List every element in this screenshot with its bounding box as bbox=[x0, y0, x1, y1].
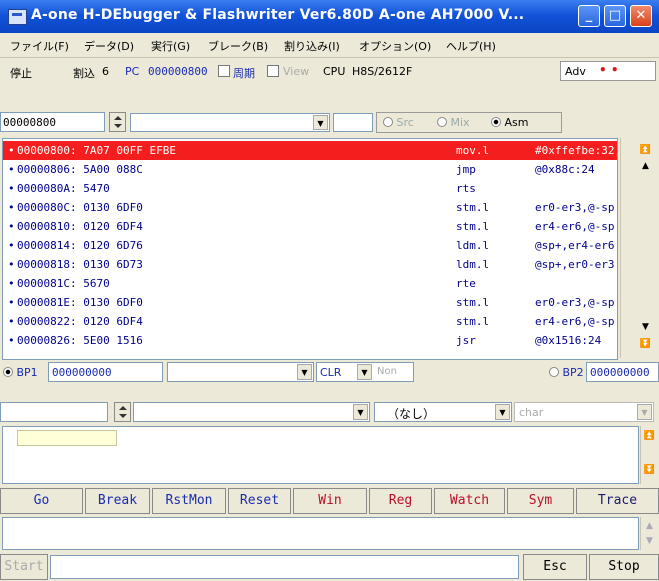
page-down-icon[interactable]: ⏬ bbox=[639, 338, 652, 350]
address-input[interactable]: 00000800 bbox=[0, 112, 105, 132]
page-up-icon[interactable]: ⏫ bbox=[639, 144, 652, 156]
maximize-button[interactable]: □ bbox=[604, 5, 626, 27]
close-button[interactable]: ✕ bbox=[630, 5, 652, 27]
bp1-symbol-combo[interactable]: ▼ bbox=[167, 362, 314, 382]
bp1-address[interactable]: 000000000 bbox=[48, 362, 163, 382]
chevron-down-icon[interactable]: ▼ bbox=[313, 115, 328, 130]
mode-asm[interactable]: Asm bbox=[491, 116, 528, 129]
start-button[interactable]: Start bbox=[0, 554, 48, 580]
table-row[interactable]: • 0000081C: 5670 rte bbox=[3, 274, 617, 293]
command-bar: Go Break RstMon Reset Win Reg Watch Sym … bbox=[0, 486, 659, 515]
watch-list[interactable] bbox=[2, 426, 639, 484]
rstmon-button[interactable]: RstMon bbox=[152, 488, 226, 514]
address-value: 00000800 bbox=[3, 116, 56, 129]
symbol-combo[interactable]: ▼ bbox=[130, 113, 330, 132]
cpu-value: H8S/2612F bbox=[352, 65, 413, 78]
esc-button[interactable]: Esc bbox=[523, 554, 587, 580]
watch-spinner[interactable] bbox=[114, 402, 131, 422]
chevron-down-icon[interactable]: ▼ bbox=[637, 404, 652, 420]
menu-option[interactable]: オプション(O) bbox=[359, 38, 431, 54]
chevron-up-icon[interactable]: ▲ bbox=[643, 520, 656, 532]
pc-label: PC bbox=[125, 65, 140, 78]
command-input[interactable] bbox=[50, 555, 519, 579]
watch-button[interactable]: Watch bbox=[434, 488, 505, 514]
menu-bar: ファイル(F) データ(D) 実行(G) ブレーク(B) 割り込み(I) オプシ… bbox=[0, 33, 659, 56]
reset-button[interactable]: Reset bbox=[228, 488, 291, 514]
interrupt-label: 割込 bbox=[73, 67, 95, 80]
trace-button[interactable]: Trace bbox=[576, 488, 659, 514]
reg-button[interactable]: Reg bbox=[369, 488, 432, 514]
title-bar: A-one H-DEbugger & Flashwriter Ver6.80D … bbox=[0, 0, 659, 33]
debugger-window: A-one H-DEbugger & Flashwriter Ver6.80D … bbox=[0, 0, 659, 581]
chevron-down-icon[interactable]: ▼ bbox=[357, 364, 372, 380]
run-state: 停止 bbox=[10, 67, 32, 80]
cpu-label: CPU bbox=[323, 65, 346, 78]
watch-address-input[interactable] bbox=[0, 402, 108, 422]
table-row[interactable]: • 0000081E: 0130 6DF0 stm.l er0-er3,@-sp bbox=[3, 293, 617, 312]
output-scrollbar[interactable]: ▲ ▼ bbox=[640, 517, 659, 550]
chevron-down-icon[interactable]: ▼ bbox=[495, 404, 510, 420]
page-down-icon[interactable]: ⏬ bbox=[643, 464, 656, 476]
aux-input[interactable] bbox=[333, 113, 373, 132]
mode-src[interactable]: Src bbox=[383, 116, 414, 129]
disassembly-list[interactable]: • 00000800: 7A07 00FF EFBE mov.l #0xffefbe:… bbox=[2, 138, 618, 360]
period-label: 周期 bbox=[233, 67, 255, 80]
table-row[interactable]: • 00000818: 0130 6D73 ldm.l @sp+,er0-er3 bbox=[3, 255, 617, 274]
adv-label: Adv bbox=[565, 65, 586, 78]
chevron-down-icon[interactable]: ▼ bbox=[353, 404, 368, 420]
window-title: A-one H-DEbugger & Flashwriter Ver6.80D … bbox=[31, 7, 525, 23]
menu-interrupt[interactable]: 割り込み(I) bbox=[284, 38, 340, 54]
view-label: View bbox=[283, 65, 310, 78]
bp1-radio[interactable]: BP1 bbox=[3, 366, 38, 379]
app-icon bbox=[8, 9, 27, 25]
chevron-down-icon[interactable]: ▼ bbox=[297, 364, 312, 380]
pc-value: 000000800 bbox=[148, 65, 208, 78]
table-row[interactable]: • 00000814: 0120 6D76 ldm.l @sp+,er4-er6 bbox=[3, 236, 617, 255]
watch-symbol-combo[interactable]: ▼ bbox=[133, 402, 370, 422]
address-spinner[interactable] bbox=[109, 112, 126, 132]
sym-button[interactable]: Sym bbox=[507, 488, 574, 514]
menu-help[interactable]: ヘルプ(H) bbox=[446, 38, 496, 54]
minimize-button[interactable]: _ bbox=[578, 5, 600, 27]
bottom-bar: Start Esc Stop bbox=[0, 552, 659, 581]
bp-clr-combo[interactable]: CLR ▼ Non bbox=[316, 362, 414, 382]
menu-data[interactable]: データ(D) bbox=[84, 38, 134, 54]
win-button[interactable]: Win bbox=[293, 488, 367, 514]
page-up-icon[interactable]: ⏫ bbox=[643, 430, 656, 442]
watch-none-combo[interactable]: （なし） ▼ bbox=[374, 402, 512, 422]
adv-indicator: • • bbox=[599, 63, 619, 77]
view-mode-group: Src Mix Asm bbox=[376, 112, 562, 133]
status-row: 停止 割込 6 PC 000000800 周期 View CPU H8S/261… bbox=[0, 57, 659, 85]
table-row[interactable]: • 0000080A: 5470 rts bbox=[3, 179, 617, 198]
period-checkbox[interactable] bbox=[218, 65, 230, 79]
adv-field[interactable]: Adv • • bbox=[560, 61, 656, 81]
table-row[interactable]: • 00000800: 7A07 00FF EFBE mov.l #0xffefbe:… bbox=[3, 141, 617, 160]
go-button[interactable]: Go bbox=[0, 488, 83, 514]
output-area[interactable] bbox=[2, 517, 639, 550]
interrupt-value: 6 bbox=[102, 65, 109, 78]
listing-scrollbar[interactable]: ⏫ ▲ ▼ ⏬ bbox=[620, 138, 659, 358]
view-checkbox[interactable] bbox=[267, 65, 279, 79]
menu-break[interactable]: ブレーク(B) bbox=[208, 38, 268, 54]
chevron-down-icon[interactable]: ▼ bbox=[639, 321, 652, 333]
watch-edit-cell[interactable] bbox=[17, 430, 117, 446]
watch-scrollbar[interactable]: ⏫ ⏬ bbox=[640, 426, 659, 484]
table-row[interactable]: • 0000080C: 0130 6DF0 stm.l er0-er3,@-sp bbox=[3, 198, 617, 217]
table-row[interactable]: • 00000810: 0120 6DF4 stm.l er4-er6,@-sp bbox=[3, 217, 617, 236]
bp2-address[interactable]: 000000000 bbox=[586, 362, 659, 382]
chevron-down-icon[interactable]: ▼ bbox=[643, 535, 656, 547]
bp-non-combo[interactable]: Non bbox=[377, 366, 397, 377]
bp2-radio[interactable]: BP2 bbox=[549, 366, 584, 379]
menu-run[interactable]: 実行(G) bbox=[151, 38, 190, 54]
break-button[interactable]: Break bbox=[85, 488, 150, 514]
stop-button[interactable]: Stop bbox=[589, 554, 659, 580]
mode-mix[interactable]: Mix bbox=[437, 116, 470, 129]
table-row[interactable]: • 00000822: 0120 6DF4 stm.l er4-er6,@-sp bbox=[3, 312, 617, 331]
table-row[interactable]: • 00000826: 5E00 1516 jsr @0x1516:24 bbox=[3, 331, 617, 350]
watch-type-combo[interactable]: char ▼ bbox=[514, 402, 654, 422]
menu-file[interactable]: ファイル(F) bbox=[10, 38, 69, 54]
chevron-up-icon[interactable]: ▲ bbox=[639, 160, 652, 172]
table-row[interactable]: • 00000806: 5A00 088C jmp @0x88c:24 bbox=[3, 160, 617, 179]
